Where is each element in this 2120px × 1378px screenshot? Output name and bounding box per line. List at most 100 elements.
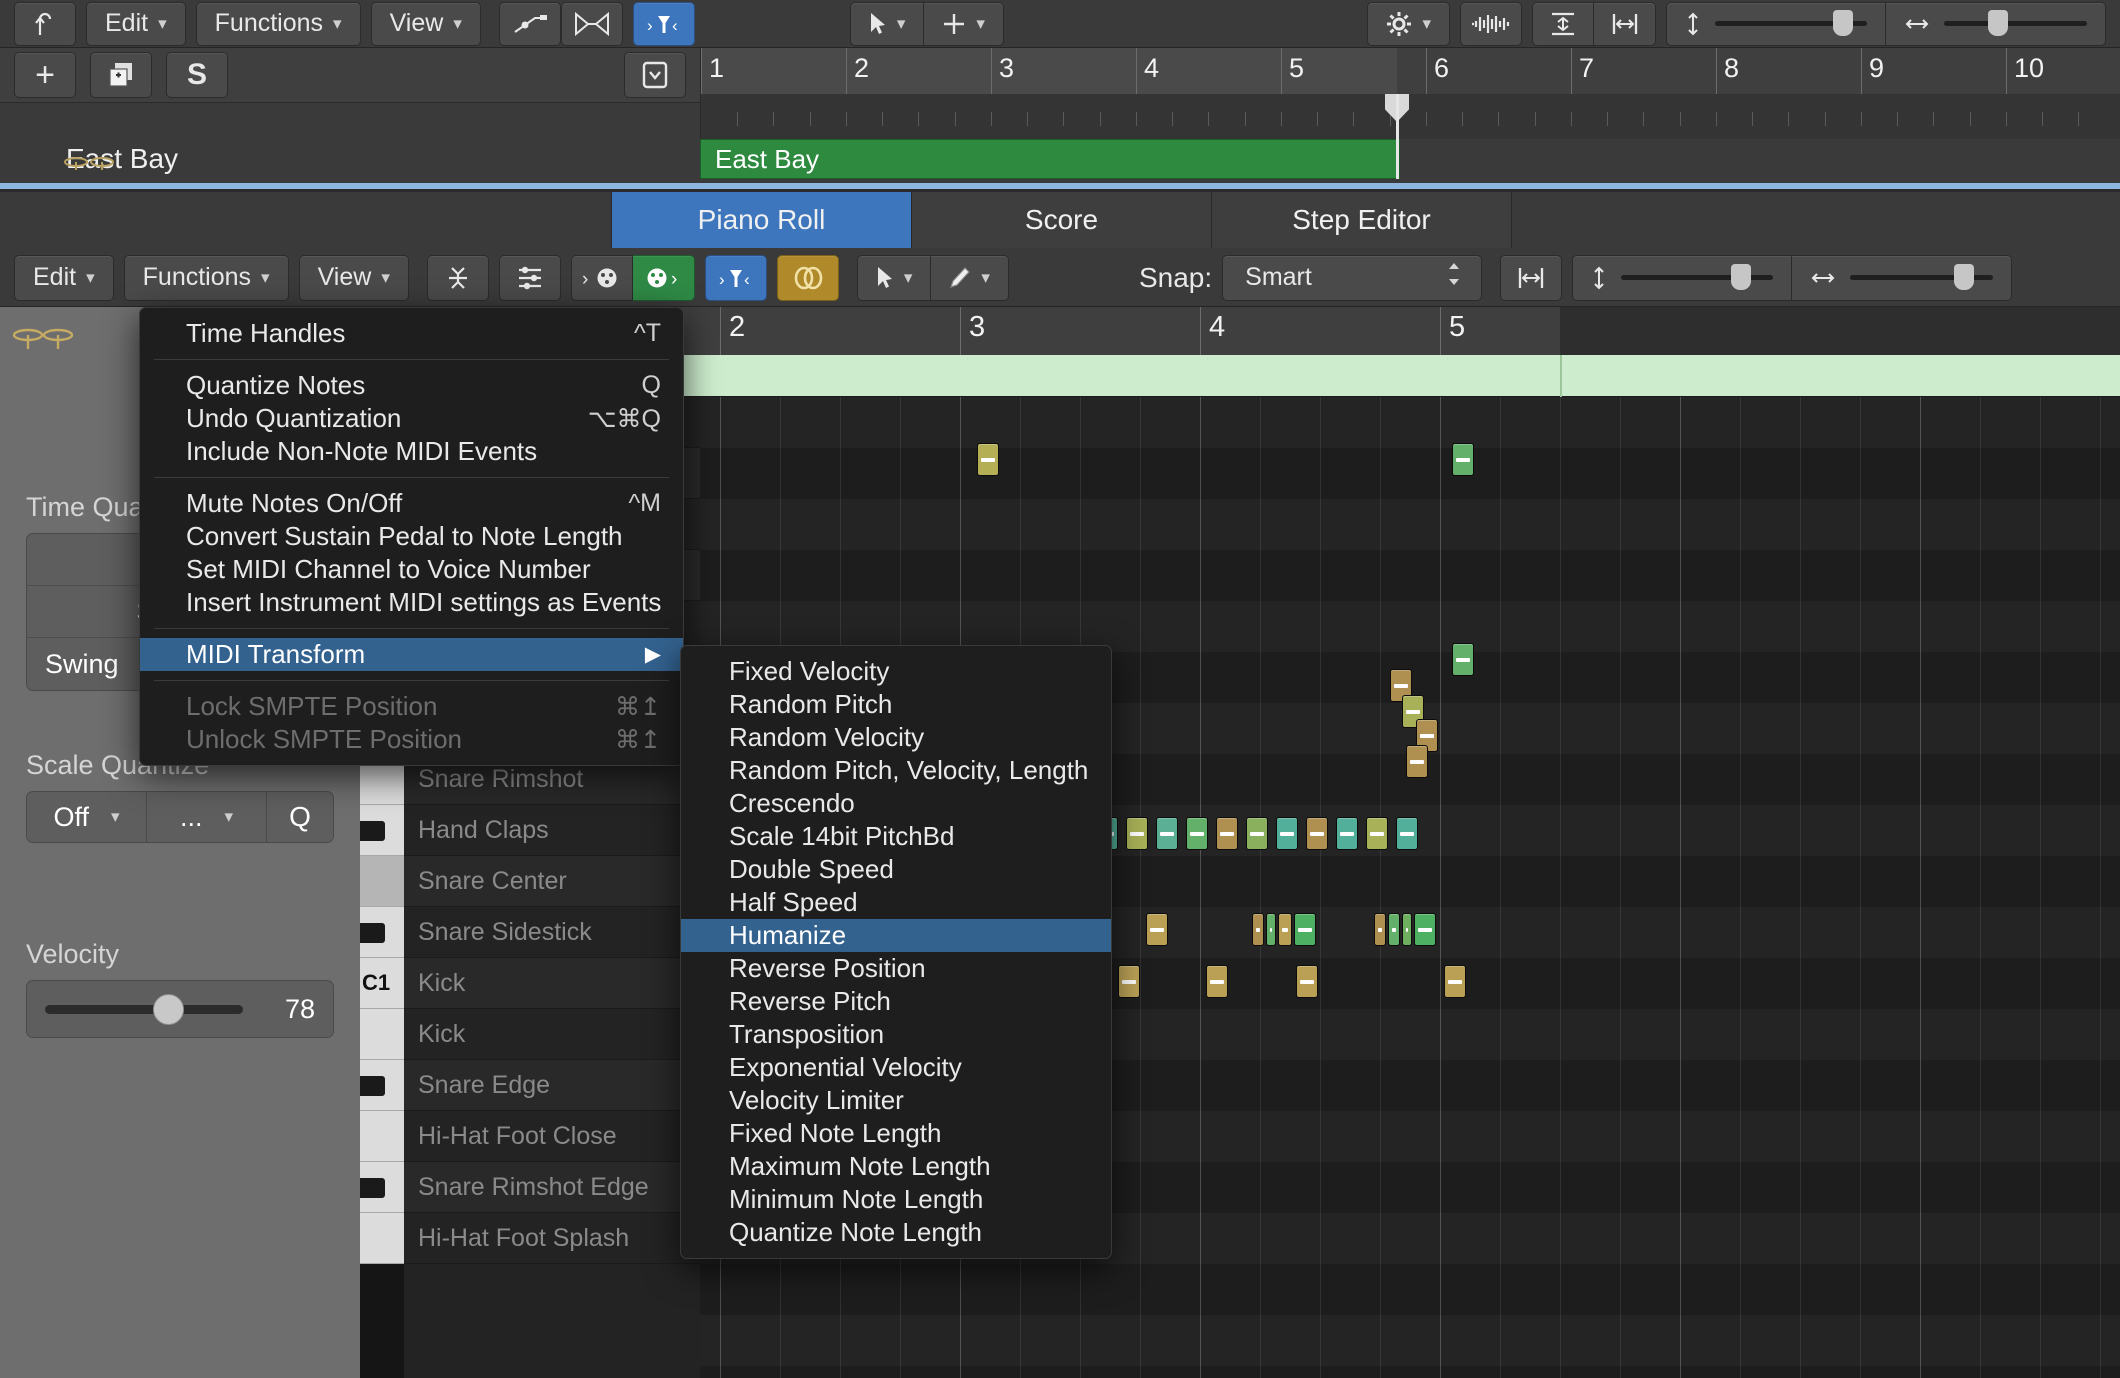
menu-item-time-handles[interactable]: Time Handles ^T (140, 317, 683, 350)
menu-item-undo-quantization[interactable]: Undo Quantization ⌥⌘Q (140, 402, 683, 435)
midi-note[interactable] (1126, 817, 1148, 850)
arrangement-ruler[interactable]: 1 2 3 4 5 6 7 8 9 10 (700, 48, 2120, 94)
grid-lane[interactable] (700, 448, 2120, 499)
midi-note[interactable] (1294, 913, 1316, 946)
piano-white-key[interactable] (360, 1009, 404, 1060)
midi-note[interactable] (1246, 817, 1268, 850)
drum-name-row[interactable]: Kick (404, 1009, 700, 1060)
main-view-menu[interactable]: View ▾ (370, 1, 481, 46)
piano-black-key[interactable] (360, 1177, 385, 1198)
settings-gear-button[interactable]: ▾ (1367, 1, 1450, 46)
drum-name-row[interactable]: Snare Sidestick (404, 907, 700, 958)
arrangement-region[interactable]: East Bay (700, 139, 1400, 179)
submenu-item-velocity-limiter[interactable]: Velocity Limiter (681, 1084, 1111, 1117)
drum-name-row[interactable]: Snare Center (404, 856, 700, 907)
midi-note[interactable] (1374, 913, 1386, 946)
drum-name-row[interactable]: Snare Edge (404, 1060, 700, 1111)
midi-out-button[interactable]: › (632, 254, 695, 301)
drum-name-row[interactable]: Hi-Hat Foot Splash (404, 1213, 700, 1264)
submenu-item-random-pitch-velocity-length[interactable]: Random Pitch, Velocity, Length (681, 754, 1111, 787)
midi-note[interactable] (1306, 817, 1328, 850)
grid-lane[interactable] (700, 1366, 2120, 1378)
midi-note[interactable] (1118, 965, 1140, 998)
duplicate-track-button[interactable] (90, 52, 152, 98)
pr-view-menu[interactable]: View ▾ (298, 254, 409, 301)
submenu-item-fixed-note-length[interactable]: Fixed Note Length (681, 1117, 1111, 1150)
drum-name-row[interactable]: Kick (404, 958, 700, 1009)
submenu-item-scale-14bit-pitchbd[interactable]: Scale 14bit PitchBd (681, 820, 1111, 853)
pr-zoom-horizontal-slider[interactable] (1792, 254, 2013, 301)
scale-quantize-scale-select[interactable]: ... ▾ (147, 792, 267, 842)
submenu-item-exponential-velocity[interactable]: Exponential Velocity (681, 1051, 1111, 1084)
velocity-slider-knob[interactable] (153, 993, 184, 1025)
midi-note[interactable] (1452, 643, 1474, 676)
menu-item-mute-notes[interactable]: Mute Notes On/Off ^M (140, 487, 683, 520)
collapse-rows-button[interactable] (426, 254, 489, 301)
crosshair-tool-button[interactable]: ▾ (924, 1, 1004, 46)
submenu-item-quantize-note-length[interactable]: Quantize Note Length (681, 1216, 1111, 1249)
midi-note[interactable] (1444, 965, 1466, 998)
pr-midi-filter-button[interactable]: › ‹ (704, 254, 767, 301)
link-chain-button[interactable] (776, 254, 839, 301)
event-list-button[interactable] (498, 254, 561, 301)
add-track-button[interactable]: + (14, 52, 76, 98)
midi-note[interactable] (1266, 913, 1276, 946)
fit-horizontal-button[interactable] (1594, 1, 1656, 46)
midi-filter-button[interactable]: › ‹ (632, 1, 695, 46)
velocity-slider[interactable] (45, 993, 243, 1025)
piano-black-key[interactable] (360, 922, 385, 943)
pointer-tool-button[interactable]: ▾ (849, 1, 925, 46)
submenu-item-double-speed[interactable]: Double Speed (681, 853, 1111, 886)
midi-note[interactable] (1402, 913, 1412, 946)
midi-note[interactable] (1414, 913, 1436, 946)
main-functions-menu[interactable]: Functions ▾ (195, 1, 361, 46)
tab-score[interactable]: Score (912, 192, 1212, 248)
piano-black-key[interactable] (360, 1075, 385, 1096)
menu-item-include-non-note-midi-events[interactable]: Include Non-Note MIDI Events (140, 435, 683, 468)
back-button[interactable] (14, 1, 76, 46)
zoom-vertical-slider[interactable] (1666, 1, 1886, 46)
midi-in-button[interactable]: › (570, 254, 633, 301)
submenu-item-crescendo[interactable]: Crescendo (681, 787, 1111, 820)
midi-note[interactable] (1296, 965, 1318, 998)
submenu-item-fixed-velocity[interactable]: Fixed Velocity (681, 655, 1111, 688)
automation-curve-button[interactable] (498, 1, 561, 46)
drum-name-row[interactable]: Hi-Hat Foot Close (404, 1111, 700, 1162)
midi-note[interactable] (1278, 913, 1292, 946)
scale-quantize-apply-button[interactable]: Q (267, 792, 333, 842)
submenu-item-random-velocity[interactable]: Random Velocity (681, 721, 1111, 754)
submenu-item-transposition[interactable]: Transposition (681, 1018, 1111, 1051)
grid-lane[interactable] (700, 397, 2120, 448)
grid-lane[interactable] (700, 1264, 2120, 1315)
midi-note[interactable] (1186, 817, 1208, 850)
menu-item-midi-transform[interactable]: MIDI Transform ▶ (140, 638, 683, 671)
grid-lane[interactable] (700, 550, 2120, 601)
snap-select[interactable]: Smart (1222, 254, 1483, 301)
submenu-item-humanize[interactable]: Humanize (681, 919, 1111, 952)
midi-note[interactable] (1452, 443, 1474, 476)
tab-piano-roll[interactable]: Piano Roll (612, 192, 912, 248)
midi-note[interactable] (1366, 817, 1388, 850)
midi-note[interactable] (977, 443, 999, 476)
pr-functions-menu[interactable]: Functions ▾ (123, 254, 289, 301)
midi-note[interactable] (1216, 817, 1238, 850)
midi-note[interactable] (1276, 817, 1298, 850)
flex-time-button[interactable] (560, 1, 623, 46)
midi-note[interactable] (1406, 745, 1428, 778)
midi-note[interactable] (1146, 913, 1168, 946)
midi-note[interactable] (1396, 817, 1418, 850)
piano-white-key[interactable] (360, 1111, 404, 1162)
submenu-item-maximum-note-length[interactable]: Maximum Note Length (681, 1150, 1111, 1183)
submenu-item-reverse-pitch[interactable]: Reverse Pitch (681, 985, 1111, 1018)
fit-vertical-button[interactable] (1532, 1, 1594, 46)
waveform-button[interactable] (1460, 1, 1522, 46)
submenu-item-reverse-position[interactable]: Reverse Position (681, 952, 1111, 985)
menu-item-set-midi-channel[interactable]: Set MIDI Channel to Voice Number (140, 553, 683, 586)
midi-note[interactable] (1336, 817, 1358, 850)
menu-item-insert-instrument-midi-settings[interactable]: Insert Instrument MIDI settings as Event… (140, 586, 683, 619)
menu-item-convert-sustain-pedal[interactable]: Convert Sustain Pedal to Note Length (140, 520, 683, 553)
menu-item-quantize-notes[interactable]: Quantize Notes Q (140, 369, 683, 402)
pr-zoom-vertical-slider[interactable] (1572, 254, 1793, 301)
grid-lane[interactable] (700, 1315, 2120, 1366)
submenu-item-random-pitch[interactable]: Random Pitch (681, 688, 1111, 721)
